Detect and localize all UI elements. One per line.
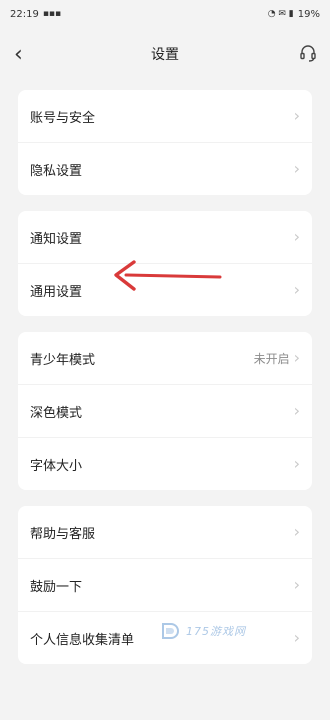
status-time: 22:19 (10, 8, 39, 20)
chevron-right-icon: › (293, 454, 300, 473)
page-title: 设置 (151, 47, 179, 63)
row-privacy-settings[interactable]: 隐私设置 › (18, 143, 312, 195)
signal-icons: ◔ ✉ ▮ (267, 8, 294, 19)
chevron-right-icon: › (293, 522, 300, 541)
chevron-right-icon: › (293, 159, 300, 178)
settings-group-display: 青少年模式 未开启 › 深色模式 › 字体大小 › (18, 332, 312, 490)
settings-group-account: 账号与安全 › 隐私设置 › (18, 90, 312, 195)
row-label: 帮助与客服 (30, 526, 96, 542)
row-help-support[interactable]: 帮助与客服 › (18, 506, 312, 559)
row-teen-mode[interactable]: 青少年模式 未开启 › (18, 332, 312, 385)
battery-level: 19% (297, 8, 320, 20)
row-account-security[interactable]: 账号与安全 › (18, 90, 312, 143)
watermark-text: 175游戏网 (186, 625, 246, 638)
red-arrow-annotation (114, 260, 222, 291)
row-label: 个人信息收集清单 (30, 632, 135, 648)
chevron-right-icon: › (293, 628, 300, 647)
row-label: 账号与安全 (30, 110, 96, 126)
row-dark-mode[interactable]: 深色模式 › (18, 385, 312, 438)
row-label: 字体大小 (30, 458, 83, 474)
page-header: ‹ 设置 (0, 28, 330, 80)
chevron-right-icon: › (293, 575, 300, 594)
row-label: 通用设置 (30, 284, 83, 300)
back-icon[interactable]: ‹ (14, 42, 42, 67)
status-bar: 22:19 ▪▪▪ ◔ ✉ ▮ 19% (0, 0, 330, 28)
chevron-right-icon: › (293, 401, 300, 420)
watermark: 175游戏网 (160, 620, 246, 642)
row-label: 隐私设置 (30, 163, 83, 179)
row-label: 深色模式 (30, 405, 83, 421)
chevron-right-icon: › (293, 348, 300, 367)
chevron-right-icon: › (293, 106, 300, 125)
headset-icon-svg (300, 45, 316, 62)
notification-icons: ▪▪▪ (42, 8, 62, 19)
row-font-size[interactable]: 字体大小 › (18, 438, 312, 490)
watermark-logo-icon (162, 623, 179, 639)
chevron-right-icon: › (293, 227, 300, 246)
teen-mode-status: 未开启 (253, 351, 290, 366)
row-notification-settings[interactable]: 通知设置 › (18, 211, 312, 264)
headset-icon[interactable] (288, 45, 316, 63)
row-encourage[interactable]: 鼓励一下 › (18, 559, 312, 612)
chevron-right-icon: › (293, 280, 300, 299)
row-label: 青少年模式 (30, 352, 96, 368)
row-label: 鼓励一下 (30, 579, 83, 595)
row-label: 通知设置 (30, 231, 83, 247)
